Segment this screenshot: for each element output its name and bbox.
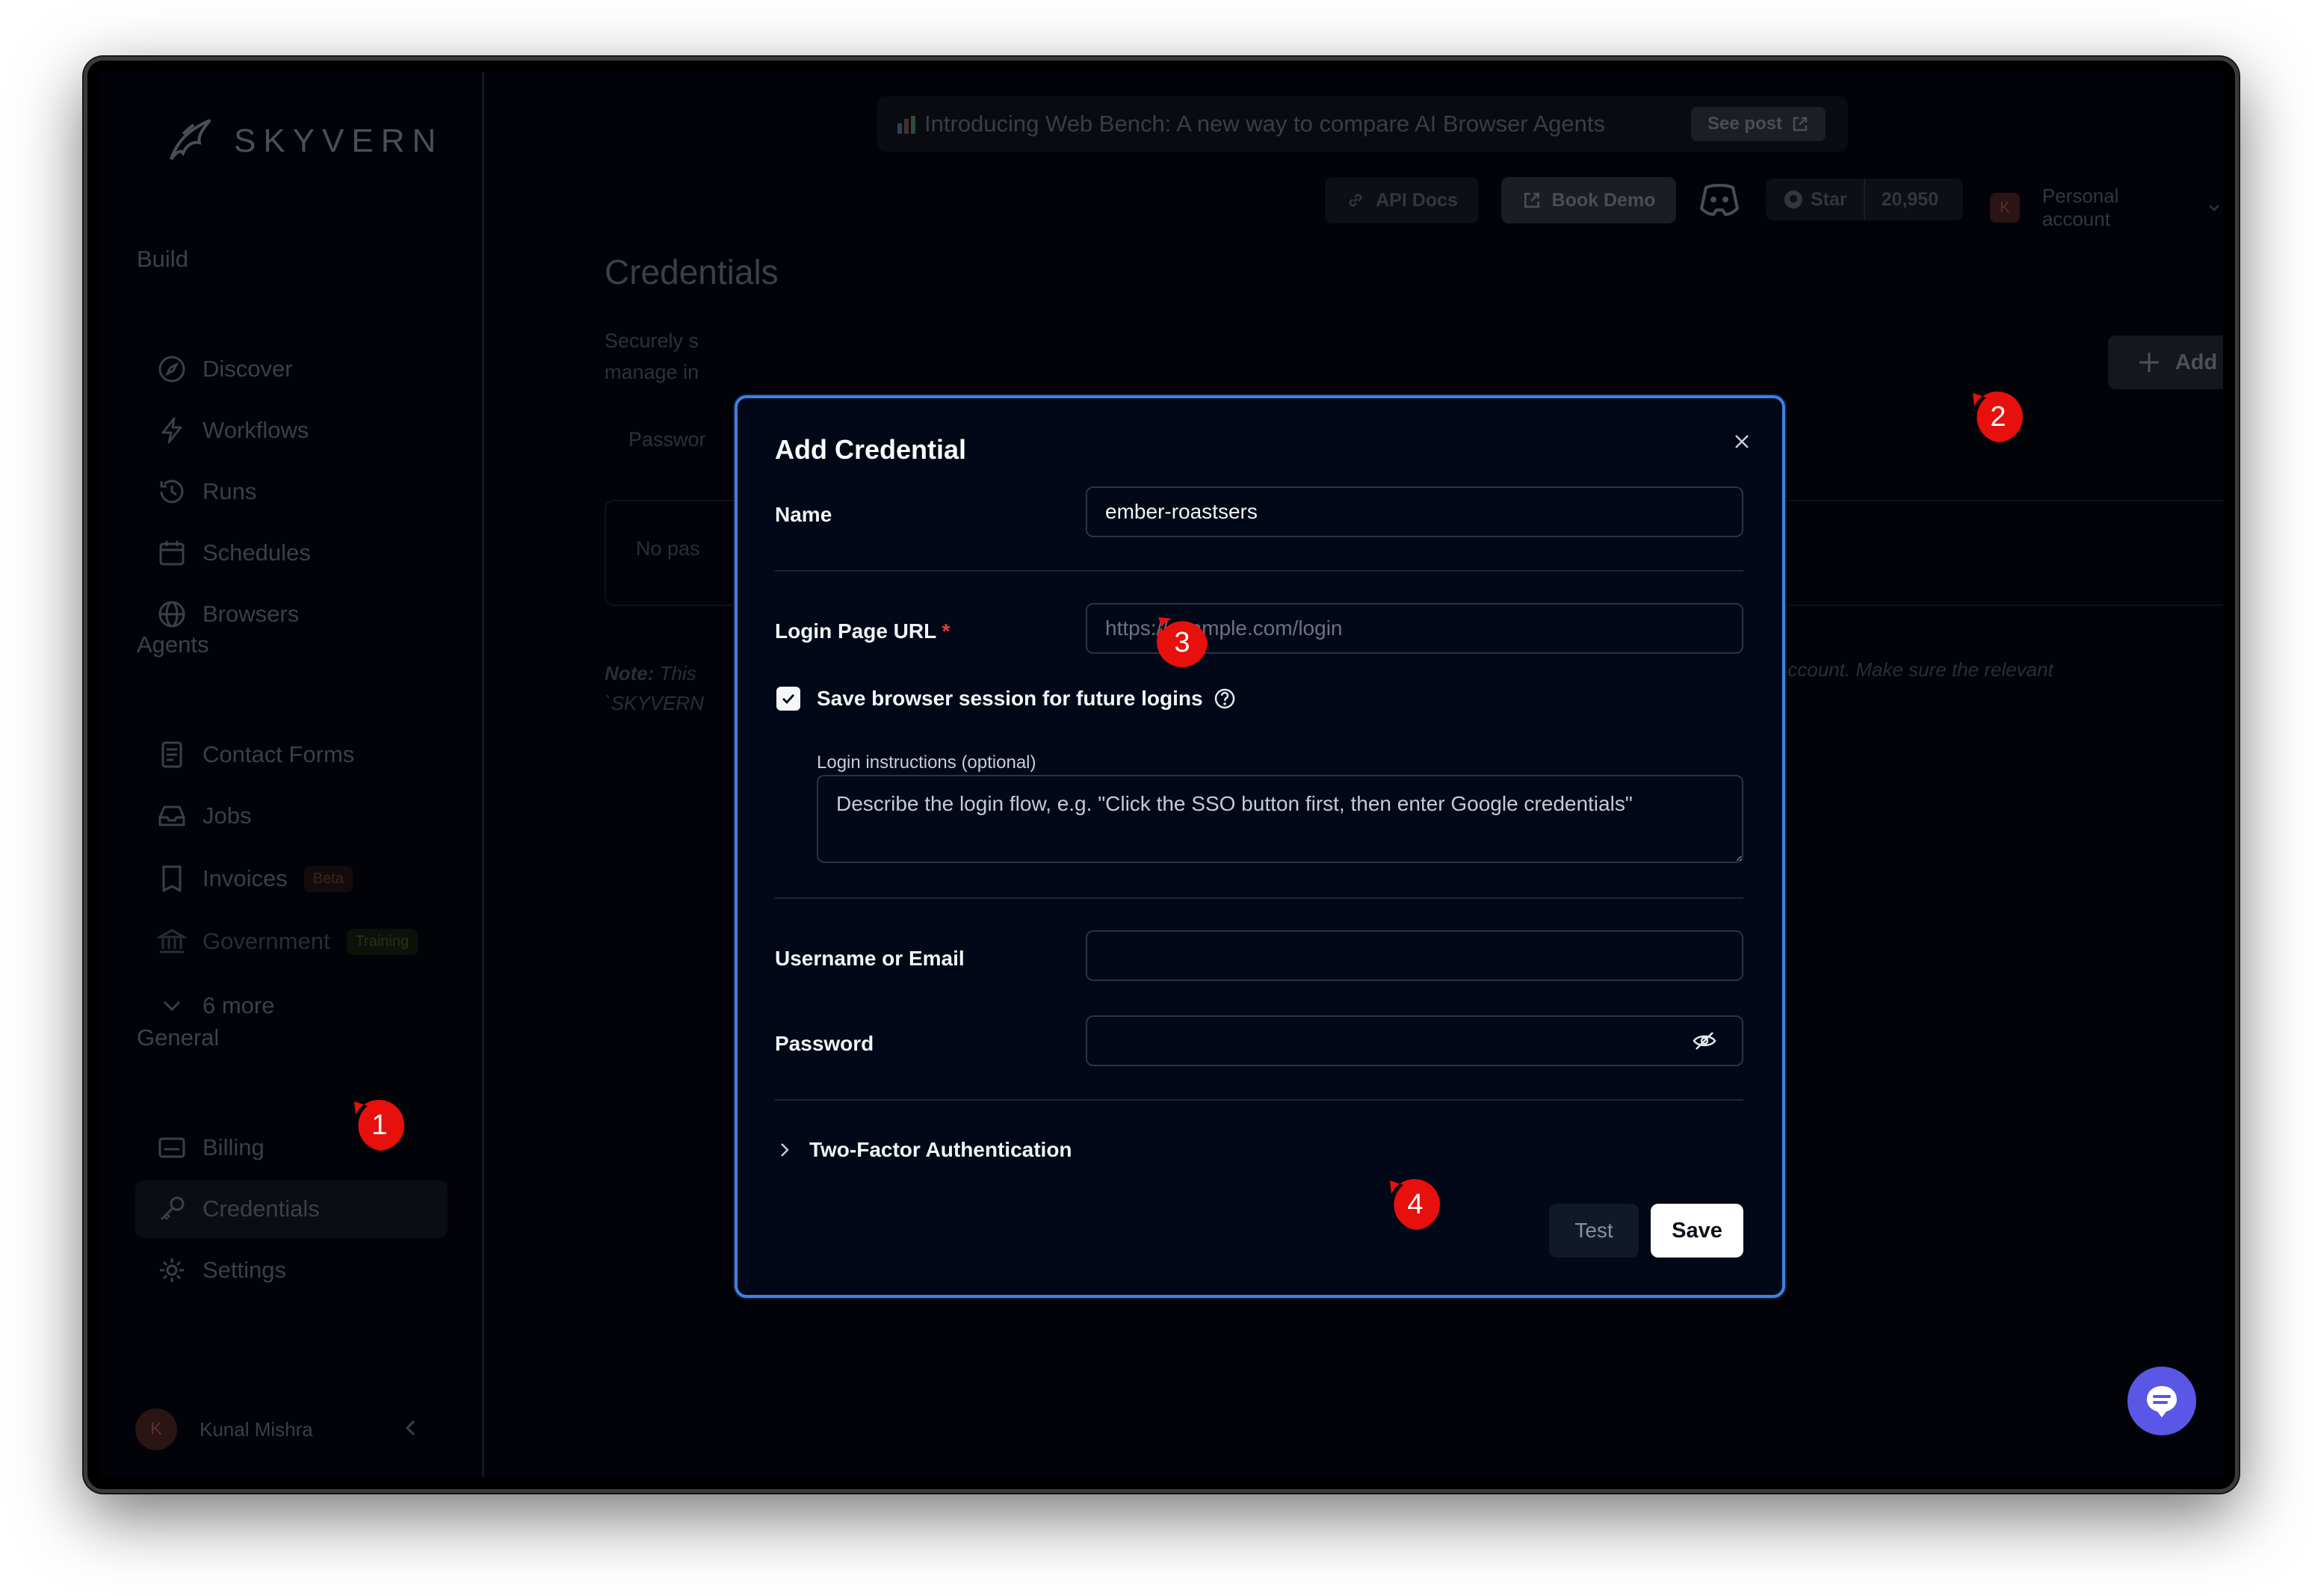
sidebar-item-discover[interactable]: Discover xyxy=(135,340,448,398)
note-text: Note: This `SKYVERN xyxy=(605,662,704,714)
dialog-title: Add Credential xyxy=(775,434,967,465)
sidebar-item-jobs[interactable]: Jobs xyxy=(135,787,448,845)
sidebar-item-government[interactable]: Government Training xyxy=(135,912,448,971)
add-credential-dialog: Add Credential Name Login Page URL * Sav… xyxy=(735,395,1785,1298)
app-viewport: SKYVERN Build Discover Workflows Runs Sc… xyxy=(99,72,2223,1477)
username-label: Username or Email xyxy=(775,947,965,970)
see-post-button[interactable]: See post xyxy=(1690,107,1826,141)
gear-icon xyxy=(155,1253,189,1287)
chat-support-button[interactable] xyxy=(2127,1367,2196,1435)
save-button[interactable]: Save xyxy=(1651,1204,1743,1258)
compass-icon xyxy=(155,352,189,386)
key-icon xyxy=(155,1192,189,1226)
password-field xyxy=(1086,1015,1743,1066)
external-link-icon xyxy=(1793,117,1808,132)
name-input[interactable] xyxy=(1086,486,1743,537)
checkmark-icon xyxy=(782,693,795,705)
sidebar-item-settings[interactable]: Settings xyxy=(135,1241,448,1299)
chevron-down-icon xyxy=(155,989,189,1023)
sidebar-item-runs[interactable]: Runs xyxy=(135,463,448,521)
login-instructions-textarea[interactable] xyxy=(817,775,1743,863)
user-profile[interactable]: K Kunal Mishra xyxy=(135,1408,422,1450)
training-badge: Training xyxy=(346,928,418,955)
banner-text: Introducing Web Bench: A new way to comp… xyxy=(924,111,1605,137)
test-button[interactable]: Test xyxy=(1549,1204,1639,1258)
add-credential-button[interactable]: Add xyxy=(2108,335,2223,389)
login-instructions-label: Login instructions (optional) xyxy=(817,752,1036,773)
close-button[interactable] xyxy=(1727,427,1757,457)
section-general: General xyxy=(137,1024,220,1051)
section-agents: Agents xyxy=(137,631,209,658)
api-docs-button[interactable]: API Docs xyxy=(1325,177,1479,223)
login-url-label: Login Page URL * xyxy=(775,619,951,643)
save-session-checkbox[interactable] xyxy=(776,687,800,711)
page-description: Securely s manage in xyxy=(605,330,699,383)
app-window: SKYVERN Build Discover Workflows Runs Sc… xyxy=(84,57,2239,1493)
history-icon xyxy=(155,474,189,509)
sidebar-item-workflows[interactable]: Workflows xyxy=(135,401,448,460)
tab-passwords[interactable]: Passwor xyxy=(605,413,730,466)
sidebar-item-contact-forms[interactable]: Contact Forms xyxy=(135,726,448,784)
username-input[interactable] xyxy=(1086,930,1743,981)
billing-icon xyxy=(155,1130,189,1165)
book-demo-button[interactable]: Book Demo xyxy=(1501,177,1676,223)
two-factor-toggle[interactable]: Two-Factor Authentication xyxy=(775,1138,1072,1162)
divider xyxy=(775,1099,1743,1101)
chevron-down-icon xyxy=(2209,205,2219,211)
dragon-logo-icon xyxy=(170,119,211,161)
discord-icon[interactable] xyxy=(1699,182,1740,221)
password-input[interactable] xyxy=(1086,1015,1743,1066)
form-icon xyxy=(155,737,189,772)
collapse-sidebar-icon[interactable] xyxy=(400,1417,422,1443)
sidebar: SKYVERN Build Discover Workflows Runs Sc… xyxy=(99,72,484,1477)
required-indicator: * xyxy=(942,619,951,643)
close-icon xyxy=(1735,435,1749,448)
user-name: Kunal Mishra xyxy=(200,1417,313,1441)
section-build: Build xyxy=(137,246,188,272)
globe-icon xyxy=(155,597,189,631)
avatar: K xyxy=(135,1408,177,1450)
link-icon xyxy=(1349,194,1362,207)
eye-off-icon[interactable] xyxy=(1691,1027,1718,1054)
github-star-button[interactable]: Star 20,950 xyxy=(1766,179,1963,220)
annotation-marker-1: 1 xyxy=(351,1097,408,1154)
plus-icon xyxy=(2139,353,2159,372)
calendar-icon xyxy=(155,536,189,570)
help-icon[interactable] xyxy=(1213,687,1237,711)
logo-text: SKYVERN xyxy=(234,123,444,159)
inbox-icon xyxy=(155,799,189,833)
sidebar-item-invoices[interactable]: Invoices Beta xyxy=(135,850,448,908)
divider xyxy=(775,570,1743,572)
announcement-banner[interactable]: Introducing Web Bench: A new way to comp… xyxy=(877,96,1848,152)
github-icon xyxy=(1784,191,1802,208)
annotation-marker-4: 4 xyxy=(1387,1176,1444,1233)
account-switcher[interactable]: K Personal account xyxy=(1990,185,2223,231)
sidebar-item-schedules[interactable]: Schedules xyxy=(135,524,448,582)
beta-badge: Beta xyxy=(303,865,353,892)
external-link-icon xyxy=(1524,192,1539,208)
sidebar-item-credentials[interactable]: Credentials xyxy=(135,1180,448,1238)
save-session-label[interactable]: Save browser session for future logins xyxy=(817,687,1203,711)
password-label: Password xyxy=(775,1032,874,1055)
chat-icon xyxy=(2147,1386,2177,1417)
chevron-right-icon xyxy=(781,1143,789,1157)
account-avatar: K xyxy=(1990,193,2020,223)
annotation-marker-3: 3 xyxy=(1154,614,1211,671)
empty-state-text: No pas xyxy=(636,537,700,560)
lightning-icon xyxy=(155,413,189,448)
star-count: 20,950 xyxy=(1863,179,1938,220)
bank-icon xyxy=(155,924,189,959)
receipt-icon xyxy=(155,862,189,896)
divider xyxy=(775,897,1743,899)
logo[interactable]: SKYVERN xyxy=(161,111,443,171)
annotation-marker-2: 2 xyxy=(1970,389,2027,445)
page-title: Credentials xyxy=(605,253,779,291)
account-label: Personal account xyxy=(2042,185,2119,230)
name-label: Name xyxy=(775,503,832,526)
bar-chart-icon xyxy=(896,114,917,139)
